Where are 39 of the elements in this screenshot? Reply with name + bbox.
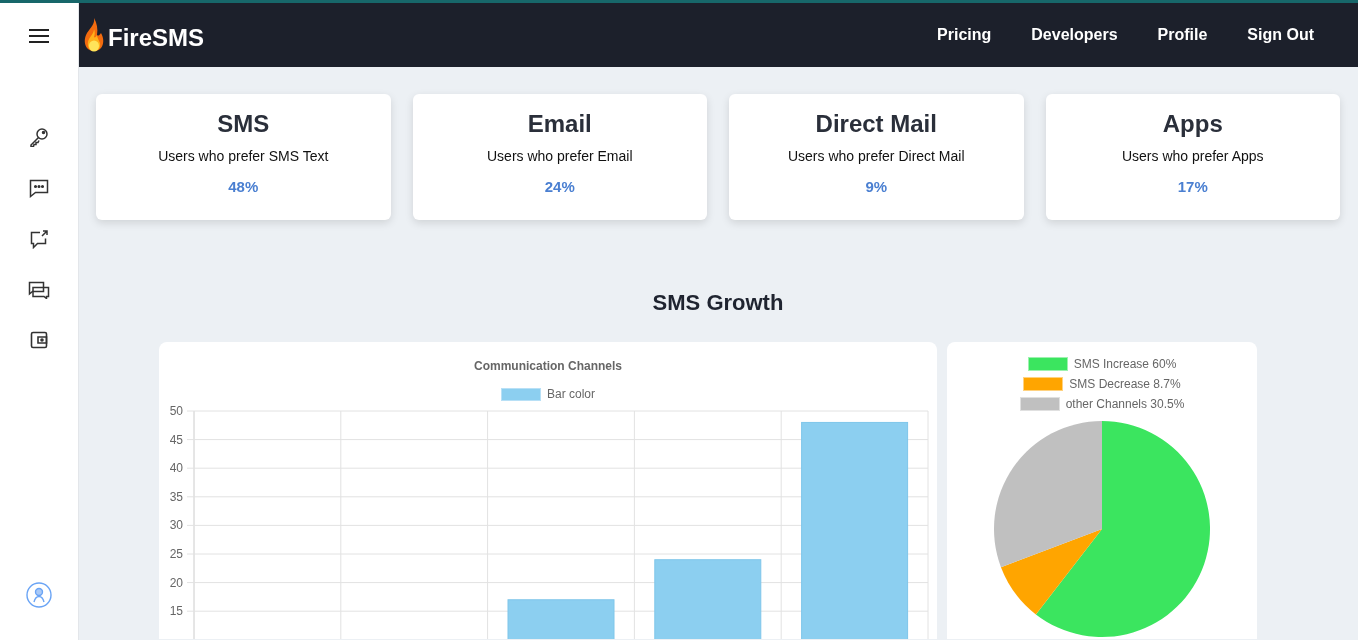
stat-percentage: 48% [227, 178, 260, 195]
axis-tick-label: 40 [169, 461, 183, 476]
key-icon[interactable] [29, 127, 49, 147]
axis-tick-label: 50 [169, 404, 183, 418]
stat-description: Users who prefer Direct Mail [786, 148, 966, 164]
legend-label[interactable]: SMS Decrease 8.7% [1069, 377, 1181, 391]
flame-logo-icon [83, 17, 105, 53]
stat-title: Apps [1161, 110, 1224, 138]
axis-tick-label: 35 [169, 489, 183, 504]
axis-tick-label: 30 [169, 518, 183, 533]
stat-percentage: 24% [543, 178, 576, 195]
nav-link[interactable]: Profile [1157, 26, 1208, 44]
axis-tick-label: 25 [169, 547, 183, 561]
wallet-icon[interactable] [30, 331, 48, 349]
stat-description: Users who prefer Email [486, 148, 634, 164]
chat-dots-icon[interactable] [29, 179, 49, 198]
axis-tick-label: 15 [169, 604, 183, 619]
chat-bubbles-icon[interactable] [28, 281, 50, 299]
brand-name: FireSMS [108, 24, 205, 52]
stat-percentage: 9% [864, 178, 889, 195]
chat-arrow-icon[interactable] [29, 230, 49, 249]
user-avatar-icon[interactable] [26, 582, 52, 608]
axis-tick-label: 45 [169, 432, 183, 447]
axis-tick-label: 20 [169, 575, 183, 590]
stat-description: Users who prefer SMS Text [157, 148, 330, 164]
menu-icon[interactable] [28, 28, 50, 44]
stat-title: SMS [216, 110, 271, 138]
legend-label[interactable]: Bar color [547, 387, 595, 401]
stat-percentage: 17% [1176, 178, 1209, 195]
nav-link[interactable]: Sign Out [1247, 26, 1314, 44]
stat-title: Direct Mail [814, 110, 938, 138]
section-title: SMS Growth [651, 290, 785, 316]
stat-description: Users who prefer Apps [1120, 148, 1265, 164]
stat-title: Email [526, 110, 593, 138]
nav-link[interactable]: Developers [1031, 26, 1118, 44]
legend-label[interactable]: other Channels 30.5% [1065, 397, 1185, 411]
legend-label[interactable]: SMS Increase 60% [1073, 357, 1177, 371]
nav-link[interactable]: Pricing [937, 26, 992, 44]
chart-title: Communication Channels [473, 359, 623, 373]
